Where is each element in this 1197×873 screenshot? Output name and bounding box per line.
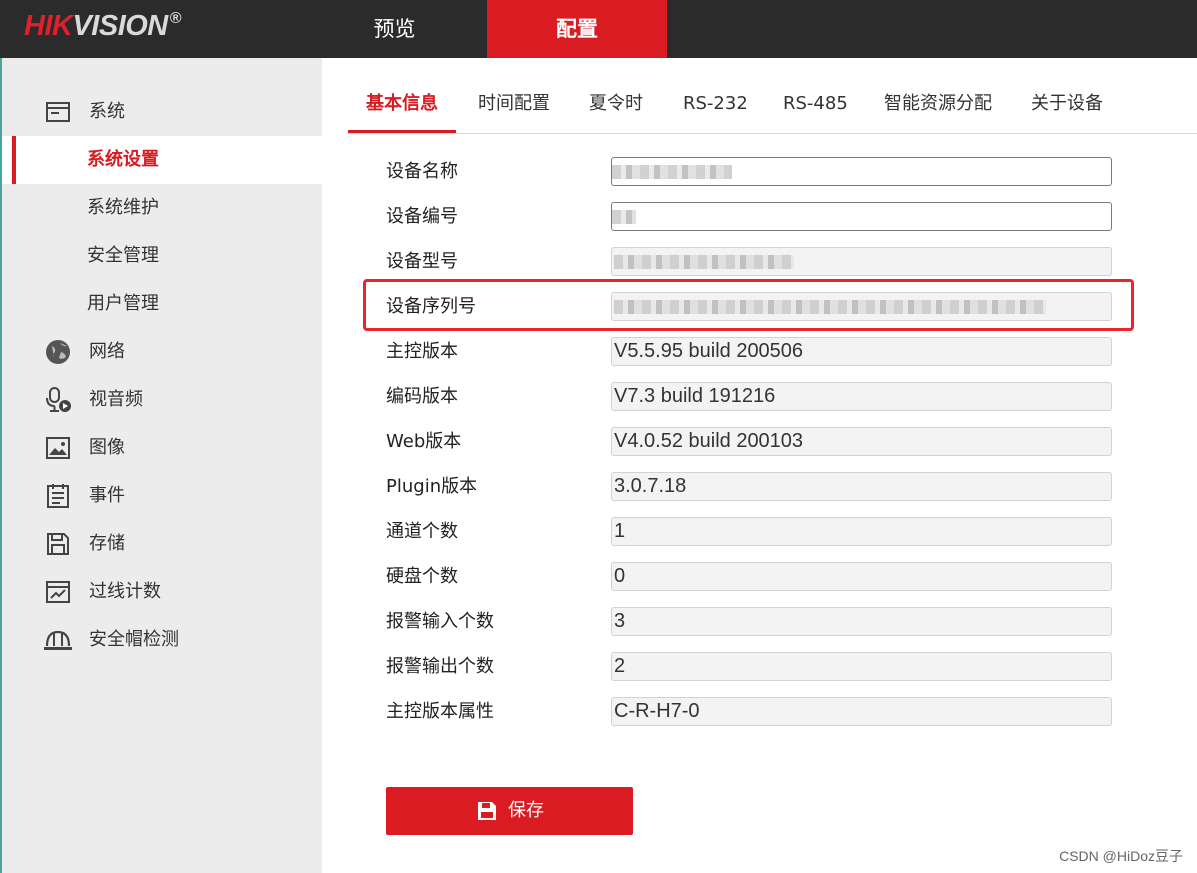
sidebar-item-label: 存储 — [89, 533, 125, 554]
logo-text-red: HIK — [24, 10, 73, 42]
hikvision-logo: HIKVISION ® — [24, 10, 182, 43]
sidebar-item-label: 视音频 — [89, 389, 143, 410]
encode-version-field: V7.3 build 191216 — [611, 382, 1112, 411]
encode-version-label: 编码版本 — [386, 386, 458, 407]
main-version-label: 主控版本 — [386, 341, 458, 362]
alarm-input-count-label: 报警输入个数 — [386, 611, 494, 632]
serial-number-highlight-box — [363, 279, 1134, 331]
blurred-value — [614, 255, 794, 269]
globe-icon — [46, 340, 70, 364]
floppy-save-icon — [478, 802, 496, 820]
sidebar: 系统 系统设置 系统维护 安全管理 用户管理 网络 视音频 图像 事件 存储 过… — [2, 58, 322, 873]
sidebar-item-system-settings[interactable]: 系统设置 — [2, 136, 322, 184]
sidebar-item-label: 用户管理 — [87, 293, 159, 314]
alarm-output-count-field: 2 — [611, 652, 1112, 681]
microphone-icon — [46, 387, 71, 412]
alarm-output-count-label: 报警输出个数 — [386, 656, 494, 677]
sidebar-item-image[interactable]: 图像 — [2, 424, 322, 472]
device-number-field[interactable] — [611, 202, 1112, 231]
sidebar-item-user-management[interactable]: 用户管理 — [2, 280, 322, 328]
web-version-field: V4.0.52 build 200103 — [611, 427, 1112, 456]
save-button[interactable]: 保存 — [386, 787, 633, 835]
event-list-icon — [47, 484, 69, 508]
main-version-attr-label: 主控版本属性 — [386, 701, 494, 722]
device-number-label: 设备编号 — [386, 206, 458, 227]
helmet-icon — [44, 630, 72, 650]
tab-dst[interactable]: 夏令时 — [589, 78, 643, 133]
hdd-count-label: 硬盘个数 — [386, 566, 458, 587]
main-version-field: V5.5.95 build 200506 — [611, 337, 1112, 366]
storage-icon — [47, 533, 69, 555]
main-version-attr-field: C-R-H7-0 — [611, 697, 1112, 726]
logo-registered-mark: ® — [169, 10, 182, 27]
tab-rs232[interactable]: RS-232 — [683, 78, 748, 133]
channel-count-label: 通道个数 — [386, 521, 458, 542]
plugin-version-label: Plugin版本 — [386, 476, 478, 497]
sidebar-item-label: 图像 — [89, 437, 125, 458]
active-indicator — [12, 136, 16, 184]
top-bar: HIKVISION ® 预览 配置 — [0, 0, 1197, 58]
tab-about-device[interactable]: 关于设备 — [1031, 78, 1103, 133]
nav-config[interactable]: 配置 — [487, 0, 667, 58]
sidebar-item-label: 系统 — [89, 101, 125, 122]
alarm-input-count-field: 3 — [611, 607, 1112, 636]
plugin-version-field: 3.0.7.18 — [611, 472, 1112, 501]
sidebar-item-label: 过线计数 — [89, 581, 161, 602]
tab-bar: 基本信息 时间配置 夏令时 RS-232 RS-485 智能资源分配 关于设备 — [348, 78, 1197, 134]
sidebar-item-storage[interactable]: 存储 — [2, 520, 322, 568]
device-name-field[interactable] — [611, 157, 1112, 186]
save-button-label: 保存 — [508, 800, 544, 821]
sidebar-item-system-maintenance[interactable]: 系统维护 — [2, 184, 322, 232]
sidebar-item-label: 系统维护 — [87, 197, 159, 218]
tab-basic-info[interactable]: 基本信息 — [348, 78, 456, 133]
sidebar-item-label: 安全帽检测 — [89, 629, 179, 650]
hdd-count-field: 0 — [611, 562, 1112, 591]
blurred-value — [612, 165, 732, 179]
tab-rs485[interactable]: RS-485 — [783, 78, 848, 133]
sidebar-item-video-audio[interactable]: 视音频 — [2, 376, 322, 424]
sidebar-item-label: 网络 — [89, 341, 125, 362]
sidebar-item-label: 安全管理 — [87, 245, 159, 266]
sidebar-item-event[interactable]: 事件 — [2, 472, 322, 520]
sidebar-item-helmet-detection[interactable]: 安全帽检测 — [2, 616, 322, 664]
logo-text-grey: VISION — [72, 10, 168, 42]
device-model-field — [611, 247, 1112, 276]
nav-preview[interactable]: 预览 — [322, 0, 467, 58]
blurred-value — [612, 210, 636, 224]
tab-smart-resource[interactable]: 智能资源分配 — [884, 78, 992, 133]
sidebar-item-line-counting[interactable]: 过线计数 — [2, 568, 322, 616]
sidebar-item-label: 系统设置 — [87, 149, 159, 170]
sidebar-item-security-management[interactable]: 安全管理 — [2, 232, 322, 280]
web-version-label: Web版本 — [386, 431, 462, 452]
line-count-icon — [46, 581, 70, 603]
tab-time-settings[interactable]: 时间配置 — [478, 78, 550, 133]
csdn-watermark: CSDN @HiDoz豆子 — [1059, 848, 1183, 864]
device-name-label: 设备名称 — [386, 161, 458, 182]
image-icon — [46, 437, 70, 459]
sidebar-item-label: 事件 — [89, 485, 125, 506]
channel-count-field: 1 — [611, 517, 1112, 546]
sidebar-item-system[interactable]: 系统 — [2, 88, 322, 136]
system-window-icon — [46, 102, 70, 122]
sidebar-item-network[interactable]: 网络 — [2, 328, 322, 376]
device-model-label: 设备型号 — [386, 251, 458, 272]
